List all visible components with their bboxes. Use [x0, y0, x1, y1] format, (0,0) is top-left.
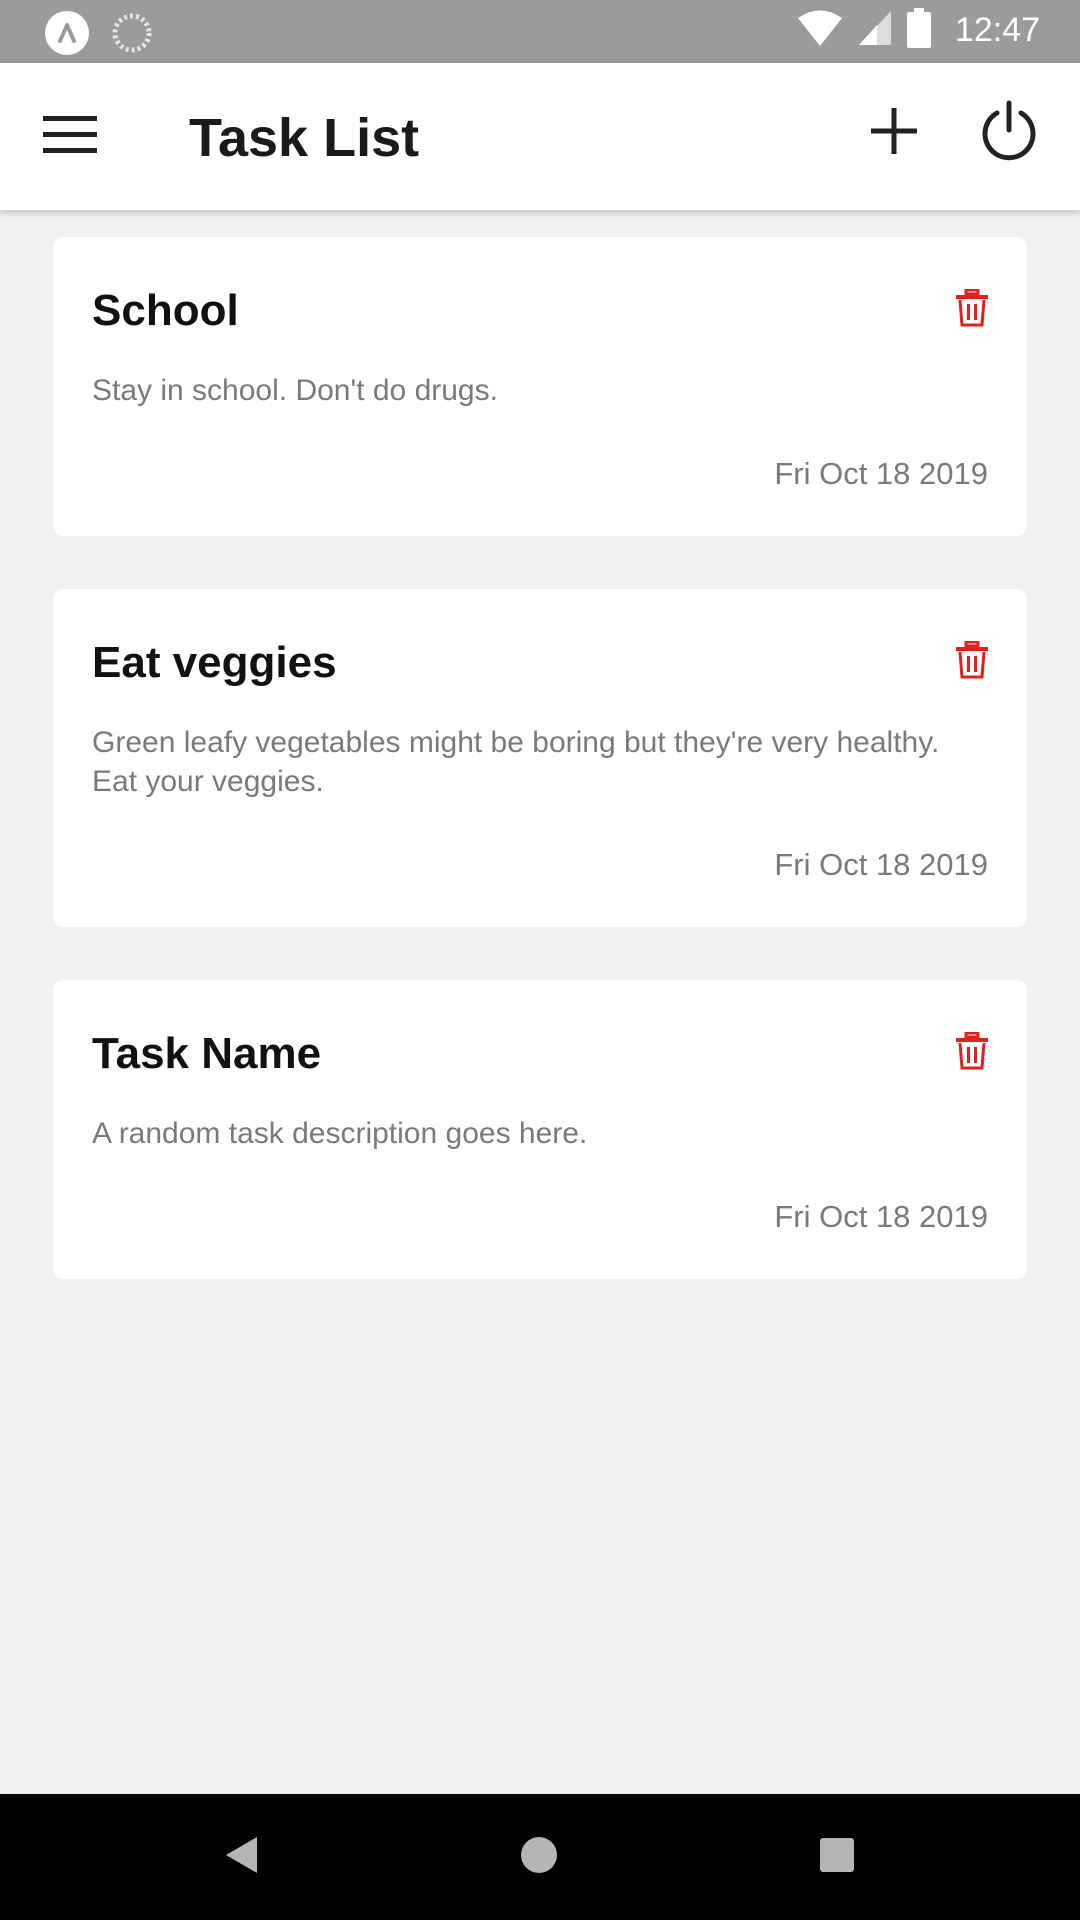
- status-time: 12:47: [954, 11, 1040, 49]
- system-nav-bar: [0, 1794, 1080, 1920]
- trash-icon: [955, 640, 989, 683]
- task-title: Eat veggies: [92, 638, 337, 687]
- home-button[interactable]: [506, 1824, 572, 1890]
- status-bar: 12:47: [0, 0, 1080, 63]
- app-bar: Task List: [0, 63, 1080, 210]
- back-button[interactable]: [208, 1824, 274, 1890]
- task-card[interactable]: Eat veggies Green leafy vegetables might…: [53, 589, 1027, 927]
- task-date: Fri Oct 18 2019: [774, 456, 988, 491]
- menu-button[interactable]: [30, 99, 110, 175]
- delete-task-button[interactable]: [955, 1031, 989, 1070]
- menu-icon: [43, 115, 97, 160]
- recents-icon: [820, 1837, 854, 1877]
- task-card[interactable]: Task Name A random task description goes…: [53, 980, 1027, 1279]
- delete-task-button[interactable]: [955, 288, 989, 327]
- task-date: Fri Oct 18 2019: [774, 1199, 988, 1234]
- task-title: Task Name: [92, 1029, 322, 1078]
- recents-button[interactable]: [804, 1824, 870, 1890]
- task-title: School: [92, 286, 239, 335]
- task-date: Fri Oct 18 2019: [774, 847, 988, 882]
- logout-button[interactable]: [967, 91, 1051, 175]
- plus-icon: [871, 107, 917, 159]
- power-icon: [980, 100, 1038, 167]
- home-icon: [520, 1836, 558, 1879]
- wifi-icon: [797, 9, 843, 52]
- task-list: School Stay in school. Don't do drugs. F…: [53, 237, 1027, 1332]
- task-description: A random task description goes here.: [92, 1117, 588, 1150]
- app-logo-icon: [44, 10, 90, 61]
- trash-icon: [955, 1031, 989, 1074]
- task-description: Stay in school. Don't do drugs.: [92, 374, 498, 407]
- delete-task-button[interactable]: [955, 640, 989, 679]
- battery-icon: [906, 8, 931, 53]
- loading-icon: [112, 13, 152, 58]
- task-card[interactable]: School Stay in school. Don't do drugs. F…: [53, 237, 1027, 536]
- back-icon: [223, 1835, 259, 1880]
- trash-icon: [955, 288, 989, 331]
- add-task-button[interactable]: [854, 93, 934, 173]
- task-description: Green leafy vegetables might be boring b…: [92, 726, 940, 798]
- page-title: Task List: [189, 108, 420, 168]
- cell-signal-icon: [857, 9, 893, 52]
